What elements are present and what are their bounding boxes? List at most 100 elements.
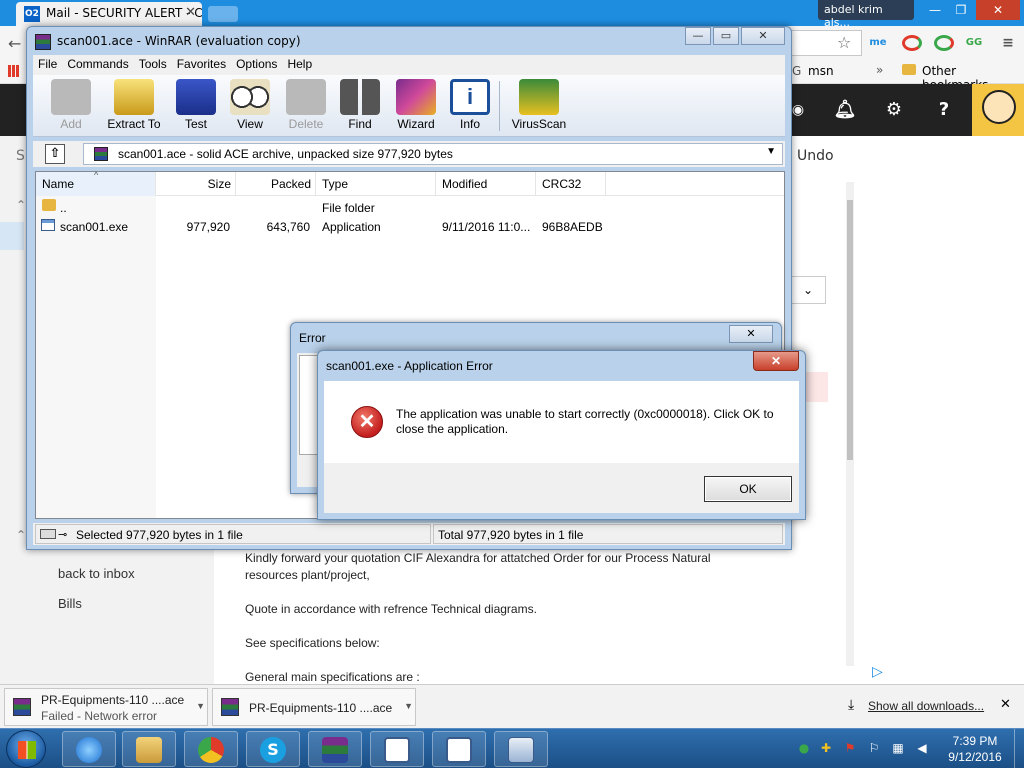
extension-gg-icon[interactable]: GG xyxy=(964,35,984,51)
app-error-body: ✕ The application was unable to start co… xyxy=(324,381,799,463)
email-body-text: Kindly forward your quotation CIF Alexan… xyxy=(245,550,765,703)
close-icon[interactable]: ✕ xyxy=(729,325,773,343)
status-selected-text: Selected 977,920 bytes in 1 file xyxy=(76,528,243,542)
download-item[interactable]: PR-Equipments-110 ....ace ▼ xyxy=(212,688,416,726)
volume-icon[interactable]: ◀ xyxy=(914,740,930,756)
close-icon[interactable]: ✕ xyxy=(741,27,785,45)
profile-button[interactable]: abdel krim als... xyxy=(818,0,914,29)
compose-arrow-icon[interactable]: ▷ xyxy=(872,664,883,680)
apps-icon[interactable] xyxy=(8,65,20,77)
extract-to-label: Extract To xyxy=(107,117,161,131)
test-button[interactable]: Test xyxy=(166,79,226,131)
view-icon xyxy=(230,79,270,115)
info-button[interactable]: i Info xyxy=(440,79,500,131)
mail-scrollbar[interactable] xyxy=(846,182,854,666)
maximize-icon[interactable]: ▭ xyxy=(713,27,739,45)
collapse-icon-2[interactable]: ⌃ xyxy=(16,528,26,542)
download-item-failed[interactable]: PR-Equipments-110 ....ace Failed - Netwo… xyxy=(4,688,208,726)
collapse-icon[interactable]: ⌃ xyxy=(16,198,26,212)
new-tab-button[interactable] xyxy=(208,6,238,22)
taskbar-chrome[interactable] xyxy=(184,731,238,767)
column-name[interactable]: Name ^ xyxy=(36,170,156,196)
delete-icon xyxy=(286,79,326,115)
tray-app-icon[interactable]: ● xyxy=(796,740,812,756)
tray-network-alert-icon[interactable]: ⚑ xyxy=(842,740,858,756)
view-button[interactable]: View xyxy=(220,79,280,131)
close-downloads-icon[interactable]: ✕ xyxy=(1000,697,1011,712)
start-button[interactable] xyxy=(6,730,46,768)
back-to-inbox-link[interactable]: back to inbox xyxy=(58,566,135,581)
menu-commands[interactable]: Commands xyxy=(62,55,133,71)
settings-gear-icon[interactable]: ⚙ xyxy=(882,98,906,122)
add-label: Add xyxy=(60,117,82,131)
column-size[interactable]: Size xyxy=(156,172,236,196)
extract-to-button[interactable]: Extract To xyxy=(99,79,169,131)
show-desktop-button[interactable] xyxy=(1014,729,1024,768)
find-button[interactable]: Find xyxy=(330,79,390,131)
extension-me-icon[interactable]: me xyxy=(868,35,888,51)
close-tab-icon[interactable]: ✕ xyxy=(185,5,196,20)
virusscan-button[interactable]: VirusScan xyxy=(505,79,573,131)
extension-circle-icon-2[interactable] xyxy=(934,35,954,51)
clock[interactable]: 7:39 PM 9/12/2016 xyxy=(940,733,1010,765)
wizard-button[interactable]: Wizard xyxy=(386,79,446,131)
taskbar-winrar[interactable] xyxy=(308,731,362,767)
undo-button[interactable]: Undo xyxy=(797,148,834,164)
notifications-icon[interactable]: 🔔︎ xyxy=(833,98,857,122)
browser-tab-mail[interactable]: O2 Mail - SECURITY ALERT - C ✕ xyxy=(16,2,202,26)
show-all-downloads-link[interactable]: Show all downloads... xyxy=(868,699,984,713)
taskbar-app-2[interactable] xyxy=(432,731,486,767)
mail-scrollbar-thumb[interactable] xyxy=(847,200,853,460)
flag-icon[interactable]: ⚐ xyxy=(866,740,882,756)
dropdown-arrow-icon[interactable]: ▼ xyxy=(766,146,776,157)
add-button[interactable]: Add xyxy=(41,79,101,131)
network-icon[interactable]: ▦ xyxy=(890,740,906,756)
more-bookmarks-icon[interactable]: » xyxy=(876,63,883,77)
tray-add-icon[interactable]: ✚ xyxy=(818,740,834,756)
error-dialog-title: Error xyxy=(299,331,326,345)
minimize-icon[interactable]: — xyxy=(685,27,711,45)
download-menu-icon[interactable]: ▼ xyxy=(196,701,205,711)
menu-options[interactable]: Options xyxy=(231,55,282,71)
test-icon xyxy=(176,79,216,115)
taskbar-app-3[interactable] xyxy=(494,731,548,767)
column-modified[interactable]: Modified xyxy=(436,172,536,196)
file-row-parent[interactable]: .. File folder xyxy=(36,199,784,218)
help-icon[interactable]: ? xyxy=(932,98,956,122)
close-window-icon[interactable]: ✕ xyxy=(976,0,1020,20)
extension-circle-icon[interactable] xyxy=(902,35,922,51)
menu-tools[interactable]: Tools xyxy=(134,55,172,71)
menu-file[interactable]: File xyxy=(33,55,62,71)
minimize-icon[interactable]: — xyxy=(920,0,950,20)
winrar-titlebar: scan001.ace - WinRAR (evaluation copy) xyxy=(35,29,301,55)
path-dropdown[interactable]: scan001.ace - solid ACE archive, unpacke… xyxy=(83,143,783,165)
close-icon[interactable]: ✕ xyxy=(753,351,799,371)
test-label: Test xyxy=(184,117,207,131)
tab-title: Mail - SECURITY ALERT - C xyxy=(46,6,202,20)
bookmark-star-icon[interactable]: ☆ xyxy=(837,33,851,52)
bookmark-msn[interactable]: msn xyxy=(808,64,834,78)
download-menu-icon[interactable]: ▼ xyxy=(404,701,413,711)
taskbar-skype[interactable]: S xyxy=(246,731,300,767)
up-folder-icon[interactable]: ⇧ xyxy=(45,144,65,164)
restore-icon[interactable]: ❐ xyxy=(950,0,972,20)
folder-bills[interactable]: Bills xyxy=(58,596,82,611)
column-type[interactable]: Type xyxy=(316,172,436,196)
back-icon[interactable]: ← xyxy=(8,34,21,53)
ok-button[interactable]: OK xyxy=(704,476,792,502)
taskbar-app-1[interactable] xyxy=(370,731,424,767)
delete-button[interactable]: Delete xyxy=(276,79,336,131)
menu-bar: File Commands Tools Favorites Options Help xyxy=(33,55,785,75)
avatar[interactable] xyxy=(972,84,1024,136)
taskbar-ie[interactable] xyxy=(62,731,116,767)
taskbar-explorer[interactable] xyxy=(122,731,176,767)
file-row[interactable]: scan001.exe 977,920 643,760 Application … xyxy=(36,218,784,237)
omnibox[interactable]: ☆ xyxy=(790,30,862,56)
chrome-menu-icon[interactable]: ≡ xyxy=(998,35,1018,51)
column-packed[interactable]: Packed xyxy=(236,172,316,196)
menu-help[interactable]: Help xyxy=(282,55,317,71)
menu-favorites[interactable]: Favorites xyxy=(172,55,231,71)
dropdown-chevron-icon[interactable]: ⌄ xyxy=(790,276,826,304)
column-crc32[interactable]: CRC32 xyxy=(536,172,606,196)
clock-date: 9/12/2016 xyxy=(948,750,1002,764)
